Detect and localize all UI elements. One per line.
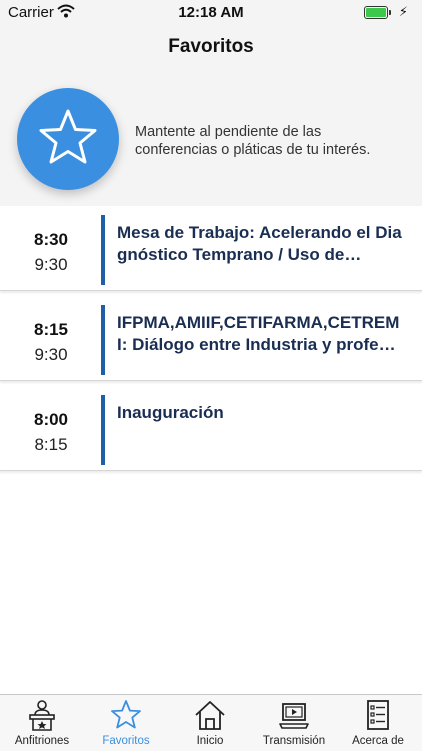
tab-anfitriones[interactable]: Anfitriones xyxy=(0,695,84,751)
event-title: Mesa de Trabajo: Acelerando el Diagnósti… xyxy=(117,223,402,264)
page-title: Favoritos xyxy=(168,36,254,57)
tab-bar: Anfitriones Favoritos Inicio Transmisión xyxy=(0,694,422,751)
event-card[interactable]: 8:00 8:15 Inauguración xyxy=(0,386,422,471)
event-title: IFPMA,AMIIF,CETIFARMA,CETREMI: Diálogo e… xyxy=(117,313,400,354)
tab-inicio[interactable]: Inicio xyxy=(168,695,252,751)
battery-icon xyxy=(364,6,391,19)
star-icon xyxy=(111,700,141,729)
tab-label: Favoritos xyxy=(102,735,150,747)
tab-label: Acerca de xyxy=(352,735,404,747)
favorites-badge xyxy=(17,88,119,190)
document-list-icon xyxy=(367,700,389,730)
event-start-time: 8:30 xyxy=(33,230,69,249)
event-divider xyxy=(101,395,105,465)
hero-description: Mantente al pendiente de las conferencia… xyxy=(135,124,371,158)
tab-transmision[interactable]: Transmisión xyxy=(252,695,336,751)
favorites-hero: Mantente al pendiente de las conferencia… xyxy=(0,68,422,206)
charging-icon: ⚡ xyxy=(398,4,408,19)
star-icon xyxy=(39,109,97,164)
event-divider xyxy=(101,305,105,375)
host-podium-icon xyxy=(29,700,55,731)
event-card[interactable]: 8:30 9:30 Mesa de Trabajo: Acelerando el… xyxy=(0,206,422,291)
home-icon xyxy=(195,701,225,730)
event-divider xyxy=(101,215,105,285)
tab-label: Transmisión xyxy=(262,735,326,747)
event-title: Inauguración xyxy=(117,403,224,422)
event-end-time: 8:15 xyxy=(34,435,68,454)
status-bar: Carrier 12:18 AM ⚡ xyxy=(0,0,422,26)
event-end-time: 9:30 xyxy=(34,255,68,274)
event-card[interactable]: 8:15 9:30 IFPMA,AMIIF,CETIFARMA,CETREMI:… xyxy=(0,296,422,381)
tab-favoritos[interactable]: Favoritos xyxy=(84,695,168,751)
tab-label: Inicio xyxy=(196,735,224,747)
tab-acerca-de[interactable]: Acerca de xyxy=(336,695,420,751)
nav-header: Favoritos xyxy=(0,26,422,68)
event-start-time: 8:00 xyxy=(33,410,69,429)
event-start-time: 8:15 xyxy=(33,320,69,339)
status-time: 12:18 AM xyxy=(178,4,244,21)
laptop-play-icon xyxy=(279,703,309,729)
event-end-time: 9:30 xyxy=(34,345,68,364)
tab-label: Anfitriones xyxy=(14,735,70,747)
